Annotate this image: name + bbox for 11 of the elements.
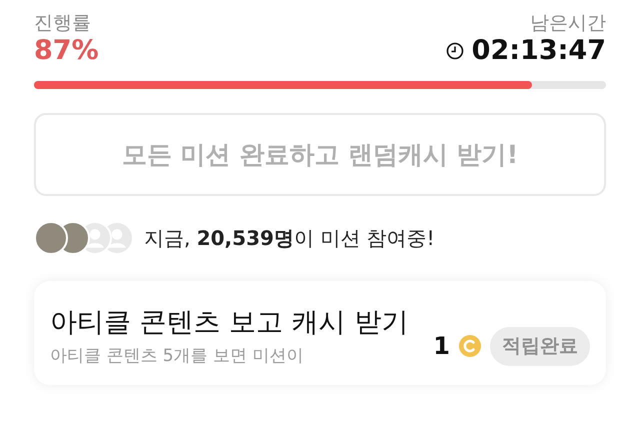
coin-icon xyxy=(458,334,482,358)
participants-text: 지금, 20,539명이 미션 참여중! xyxy=(144,225,435,252)
progress-percent: 87% xyxy=(34,34,99,68)
countdown-timer: 02:13:47 xyxy=(472,34,606,68)
remaining-time-label: 남은시간 xyxy=(529,12,606,35)
progress-label: 진행률 xyxy=(34,12,92,35)
mission-description: 아티클 콘텐츠 5개를 보면 미션이 xyxy=(50,344,304,368)
mission-status-button[interactable]: 적립완료 xyxy=(490,327,590,366)
reward-amount: 1 xyxy=(433,331,450,362)
mission-title: 아티클 콘텐츠 보고 캐시 받기 xyxy=(50,306,410,340)
clock-icon xyxy=(446,42,464,60)
